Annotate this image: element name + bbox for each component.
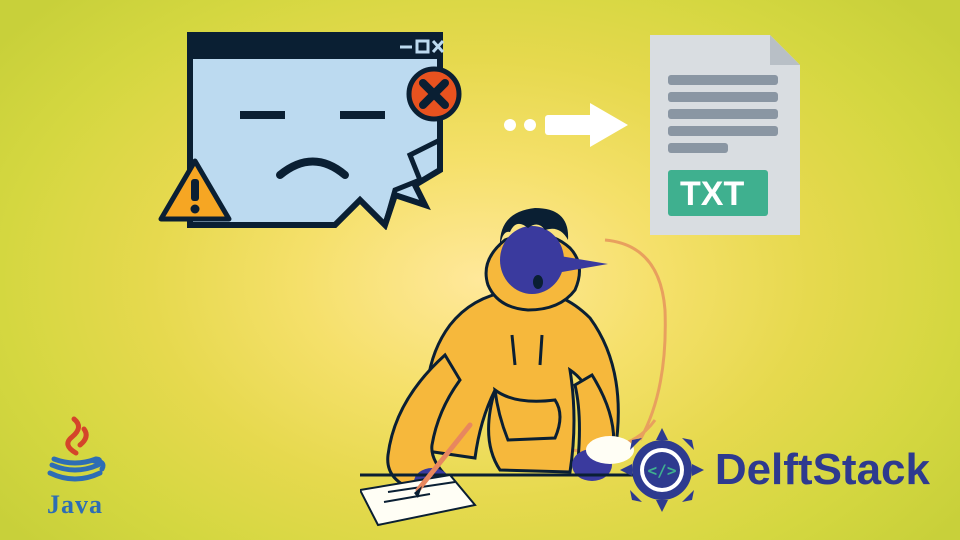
java-logo-text: Java bbox=[40, 490, 110, 520]
delftstack-badge-text: </> bbox=[647, 461, 676, 480]
delftstack-logo-text: DelftStack bbox=[715, 445, 930, 495]
delftstack-badge-icon: </> bbox=[617, 425, 707, 515]
warning-icon bbox=[155, 155, 235, 227]
delftstack-logo: </> DelftStack bbox=[617, 425, 930, 515]
error-close-icon bbox=[405, 65, 463, 123]
java-cup-icon bbox=[40, 415, 110, 485]
java-logo: Java bbox=[40, 415, 110, 520]
arrow-right-icon bbox=[500, 95, 640, 155]
